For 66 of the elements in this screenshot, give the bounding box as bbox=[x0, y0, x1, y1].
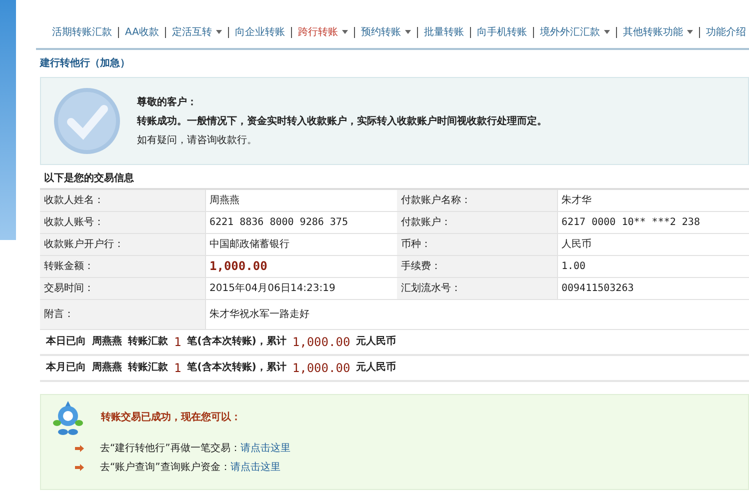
nav-tab[interactable]: 向手机转账 bbox=[476, 24, 527, 40]
field-label: 收款账户开户行： bbox=[40, 233, 205, 255]
field-label: 汇划流水号： bbox=[397, 277, 557, 299]
field-value: 2015年04月06日14:23:19 bbox=[205, 277, 397, 299]
field-value: 009411503263 bbox=[557, 277, 749, 299]
nav-tab[interactable]: 跨行转账 bbox=[298, 24, 348, 40]
mascot-icon bbox=[51, 398, 85, 436]
arrow-icon bbox=[75, 444, 84, 452]
nav-tab[interactable]: 活期转账汇款 bbox=[52, 24, 112, 40]
summary-number: 1,000.00 bbox=[292, 334, 350, 350]
summary-text: 元人民币 bbox=[356, 360, 396, 375]
field-value: 6217 0000 10** ***2 238 bbox=[557, 211, 749, 233]
field-value: 1,000.00 bbox=[205, 255, 397, 277]
field-value: 1.00 bbox=[557, 255, 749, 277]
summary-text: 笔(含本次转账)，累计 bbox=[187, 334, 286, 349]
field-label: 收款人账号： bbox=[40, 211, 205, 233]
field-label: 收款人姓名： bbox=[40, 189, 205, 211]
caret-icon bbox=[404, 30, 411, 34]
field-label: 付款账户： bbox=[397, 211, 557, 233]
next-steps-title: 转账交易已成功，现在您可以： bbox=[101, 410, 241, 425]
field-value: 中国邮政储蓄银行 bbox=[205, 233, 397, 255]
summary-text: 本日已向 bbox=[46, 334, 86, 349]
nav-tab[interactable]: 向企业转账 bbox=[234, 24, 285, 40]
summary-text: 转账汇款 bbox=[128, 334, 168, 349]
step-text: 去“建行转他行”再做一笔交易： bbox=[100, 442, 240, 454]
summary-text: 本月已向 bbox=[46, 360, 86, 375]
hint-text: 如有疑问，请咨询收款行。 bbox=[137, 134, 258, 148]
nav-tab[interactable]: AA收款 bbox=[125, 24, 159, 40]
greeting-text: 尊敬的客户： bbox=[137, 95, 198, 110]
field-label: 交易时间： bbox=[40, 277, 205, 299]
nav-tab[interactable]: 预约转账 bbox=[360, 24, 411, 40]
field-label: 手续费： bbox=[397, 255, 557, 277]
summary-text: 周燕燕 bbox=[92, 360, 122, 375]
step-text: 去“账户查询”查询账户资金： bbox=[100, 462, 230, 472]
nav-tab[interactable]: 批量转账 bbox=[424, 24, 464, 40]
caret-icon bbox=[686, 30, 693, 34]
caret-icon bbox=[342, 30, 348, 34]
summary-text: 元人民币 bbox=[356, 334, 396, 349]
summary-number: 1,000.00 bbox=[292, 360, 350, 376]
summary-number: 1 bbox=[174, 334, 182, 350]
field-value: 朱才华 bbox=[557, 189, 749, 211]
nav-tab[interactable]: 其他转账功能 bbox=[622, 24, 693, 40]
summary-text: 周燕燕 bbox=[92, 334, 122, 349]
click-here-link[interactable]: 请点击这里 bbox=[240, 442, 290, 454]
summary-text: 笔(含本次转账)，累计 bbox=[187, 360, 286, 375]
success-message: 转账成功。一般情况下，资金实时转入收款账户，实际转入收款账户时间视收款行处理而定。 bbox=[137, 114, 547, 128]
field-label: 附言： bbox=[40, 299, 205, 329]
field-value: 人民币 bbox=[557, 233, 749, 255]
caret-icon bbox=[216, 30, 222, 34]
nav-tab[interactable]: 定活互转 bbox=[172, 24, 222, 40]
field-value: 周燕燕 bbox=[205, 189, 397, 211]
caret-icon bbox=[604, 30, 610, 34]
summary-text: 转账汇款 bbox=[128, 360, 168, 375]
section-title: 以下是您的交易信息 bbox=[43, 171, 135, 186]
summary-number: 1 bbox=[174, 360, 182, 376]
nav-tab[interactable]: 境外外汇汇款 bbox=[540, 24, 610, 40]
field-label: 币种： bbox=[397, 233, 557, 255]
field-value: 朱才华祝水军一路走好 bbox=[205, 299, 749, 329]
field-label: 转账金额： bbox=[40, 255, 205, 277]
field-value: 6221 8836 8000 9286 375 bbox=[205, 211, 397, 233]
arrow-icon bbox=[75, 464, 84, 470]
checkmark-icon bbox=[53, 87, 121, 155]
field-label: 付款账户名称： bbox=[397, 189, 557, 211]
page-title: 建行转他行（加急） bbox=[38, 56, 131, 71]
click-here-link[interactable]: 请点击这里 bbox=[230, 462, 280, 472]
nav-tab[interactable]: 功能介绍 bbox=[706, 24, 746, 40]
